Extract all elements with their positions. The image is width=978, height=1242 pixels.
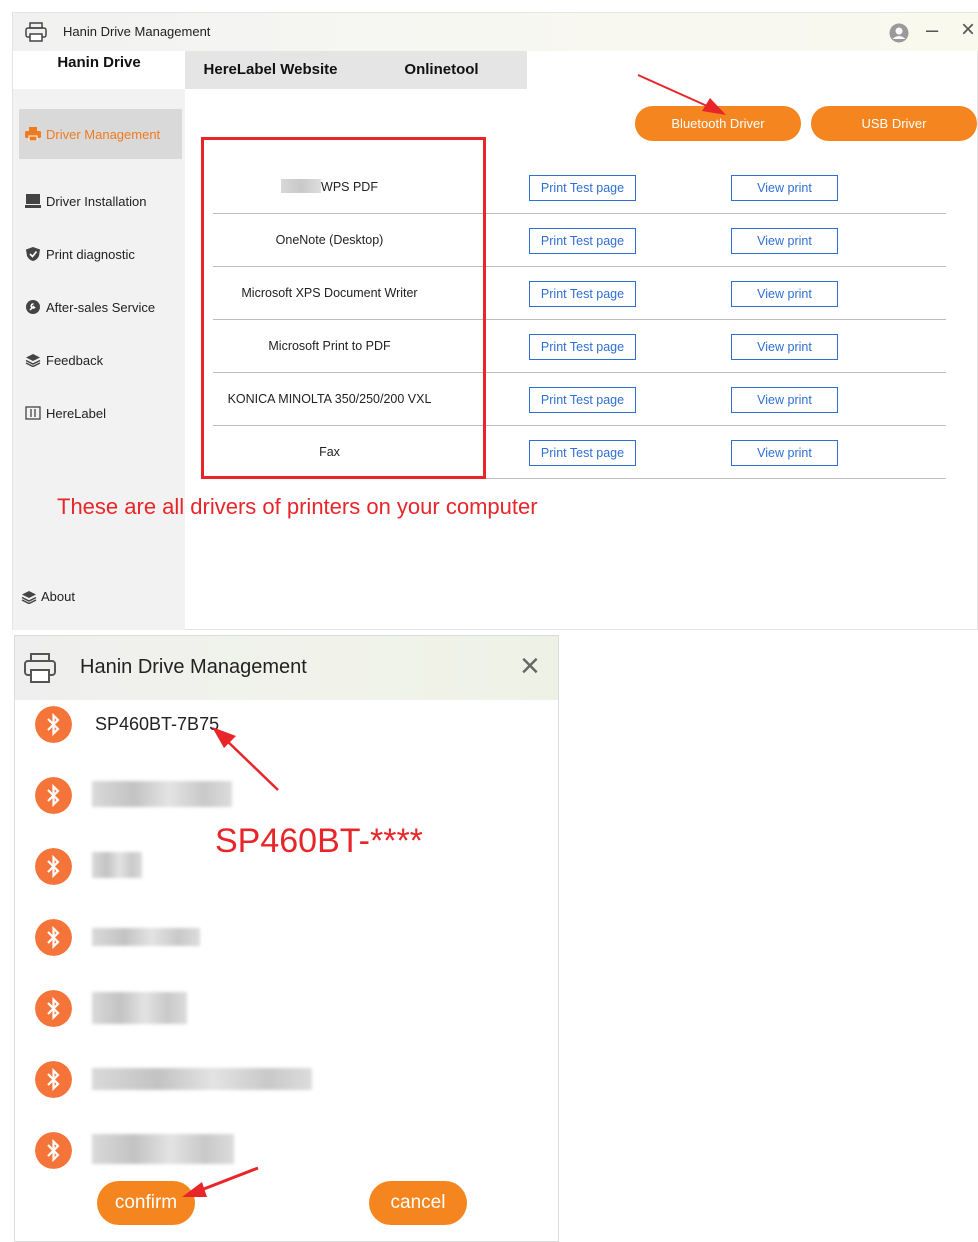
redacted-device-name	[92, 781, 232, 807]
sidebar-item-label: HereLabel	[46, 405, 106, 421]
sidebar-item-feedback[interactable]: Feedback	[19, 338, 182, 382]
cancel-button[interactable]: cancel	[369, 1181, 467, 1225]
sidebar-item-after-sales-service[interactable]: After-sales Service	[19, 285, 182, 329]
dialog-title: Hanin Drive Management	[80, 656, 307, 678]
print-test-page-button[interactable]: Print Test page	[529, 281, 636, 307]
sidebar-item-driver-management[interactable]: Driver Management	[19, 109, 182, 159]
bluetooth-icon	[35, 919, 72, 956]
device-name-hint: SP460BT-****	[215, 822, 423, 860]
view-print-button[interactable]: View print	[731, 281, 838, 307]
sidebar-item-driver-installation[interactable]: Driver Installation	[19, 179, 182, 223]
confirm-button[interactable]: confirm	[97, 1181, 195, 1225]
redacted-device-name	[92, 992, 187, 1024]
bluetooth-device-item[interactable]	[35, 1061, 535, 1101]
sidebar-item-label: Driver Management	[46, 126, 161, 142]
shield-icon	[26, 247, 40, 261]
redacted-device-name	[92, 1134, 234, 1164]
redacted-device-name	[92, 928, 200, 946]
print-test-page-button[interactable]: Print Test page	[529, 334, 636, 360]
view-print-button[interactable]: View print	[731, 228, 838, 254]
print-test-page-button[interactable]: Print Test page	[529, 175, 636, 201]
bluetooth-device-item[interactable]	[35, 990, 535, 1030]
tab-herelabel-website[interactable]: HereLabel Website	[185, 51, 356, 89]
about-label: About	[41, 589, 75, 604]
view-print-button[interactable]: View print	[731, 440, 838, 466]
view-print-button[interactable]: View print	[731, 387, 838, 413]
view-print-button[interactable]: View print	[731, 175, 838, 201]
minimize-icon[interactable]: –	[926, 19, 938, 41]
layers-icon	[25, 354, 41, 367]
monitor-icon	[25, 194, 41, 208]
grid-icon	[25, 406, 41, 420]
bluetooth-icon	[35, 990, 72, 1027]
usb-driver-button[interactable]: USB Driver	[811, 106, 977, 141]
close-icon[interactable]: ×	[961, 18, 975, 42]
bluetooth-device-item[interactable]	[35, 777, 535, 817]
user-icon[interactable]	[889, 23, 909, 43]
sidebar-item-print-diagnostic[interactable]: Print diagnostic	[19, 232, 182, 276]
annotation-text: These are all drivers of printers on you…	[57, 494, 538, 519]
sidebar-item-herelabel[interactable]: HereLabel	[19, 391, 182, 435]
print-test-page-button[interactable]: Print Test page	[529, 387, 636, 413]
redacted-device-name	[92, 852, 142, 878]
dialog-title-bar: Hanin Drive Management ×	[15, 636, 558, 700]
sidebar-item-about[interactable]: About	[21, 589, 75, 604]
main-window: Hanin Drive Management – × Hanin Drive H…	[12, 12, 978, 630]
bluetooth-device-dialog: Hanin Drive Management × SP460BT-7B75 SP…	[14, 635, 559, 1242]
printer-icon	[25, 22, 47, 42]
highlight-box	[201, 137, 486, 479]
device-name: SP460BT-7B75	[95, 714, 220, 734]
sidebar-item-label: Feedback	[46, 352, 104, 368]
bluetooth-device-item[interactable]	[35, 1132, 535, 1172]
bluetooth-icon	[35, 1061, 72, 1098]
tab-hanin-drive[interactable]: Hanin Drive	[13, 51, 185, 89]
sidebar-item-label: Print diagnostic	[46, 246, 135, 262]
redacted-device-name	[92, 1068, 312, 1090]
bluetooth-icon	[35, 706, 72, 743]
printer-icon	[24, 653, 56, 683]
bluetooth-device-item[interactable]	[35, 919, 535, 959]
bluetooth-device-item[interactable]: SP460BT-7B75	[35, 706, 535, 746]
close-icon[interactable]: ×	[520, 649, 540, 683]
tab-onlinetool[interactable]: Onlinetool	[356, 51, 527, 89]
print-test-page-button[interactable]: Print Test page	[529, 440, 636, 466]
layers-icon	[21, 590, 37, 604]
tab-bar: Hanin Drive HereLabel Website Onlinetool	[13, 51, 978, 89]
sidebar: Driver Management Driver Installation Pr…	[13, 89, 185, 630]
title-bar: Hanin Drive Management – ×	[13, 13, 978, 51]
sidebar-item-label: Driver Installation	[46, 193, 147, 209]
sidebar-item-label: After-sales Service	[46, 299, 156, 315]
view-print-button[interactable]: View print	[731, 334, 838, 360]
window-title: Hanin Drive Management	[63, 24, 211, 39]
bluetooth-driver-button[interactable]: Bluetooth Driver	[635, 106, 801, 141]
bluetooth-icon	[35, 1132, 72, 1169]
printer-icon	[25, 127, 41, 141]
bluetooth-icon	[35, 777, 72, 814]
wrench-icon	[26, 300, 40, 314]
print-test-page-button[interactable]: Print Test page	[529, 228, 636, 254]
bluetooth-icon	[35, 848, 72, 885]
